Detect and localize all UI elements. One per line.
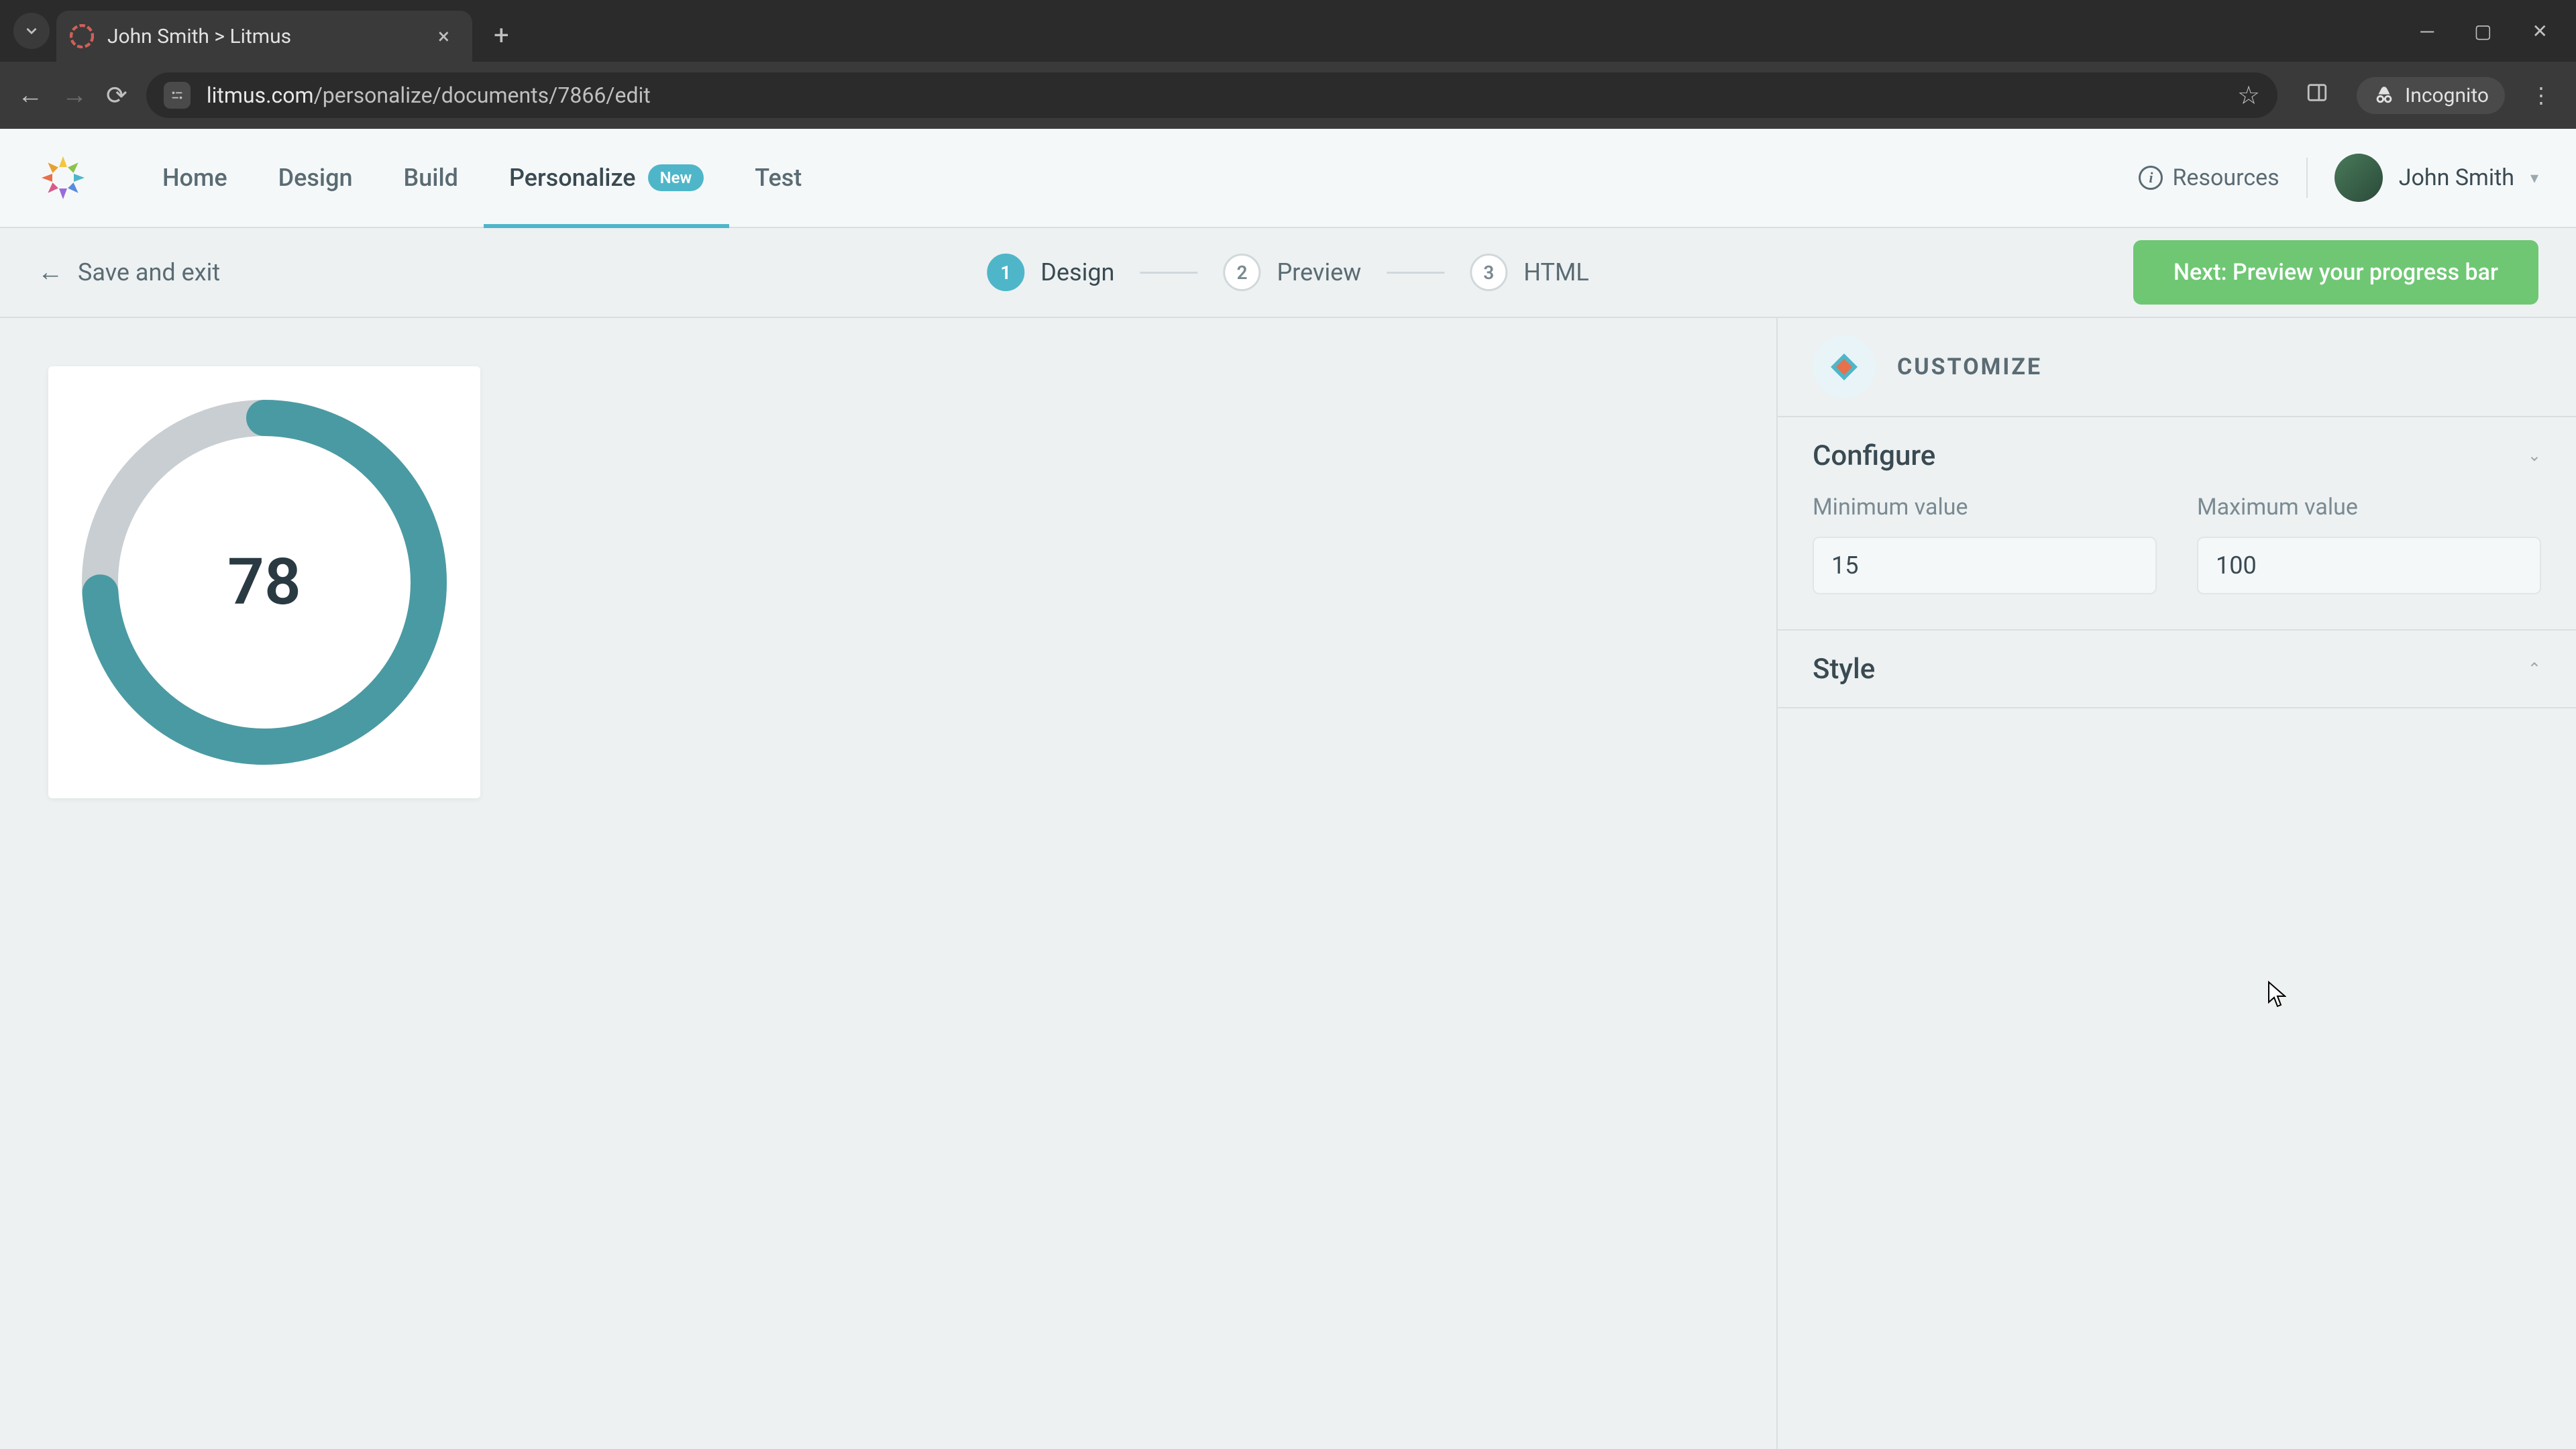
- style-toggle[interactable]: Style ⌃: [1778, 631, 2576, 707]
- arrow-left-icon: ←: [38, 258, 63, 287]
- new-badge: New: [648, 164, 704, 191]
- next-button[interactable]: Next: Preview your progress bar: [2133, 240, 2538, 305]
- close-window-button[interactable]: ✕: [2532, 20, 2548, 42]
- max-value-label: Maximum value: [2197, 494, 2541, 521]
- incognito-indicator[interactable]: Incognito: [2357, 77, 2505, 114]
- resources-link[interactable]: i Resources: [2139, 164, 2279, 191]
- chevron-down-icon: ▾: [2530, 168, 2538, 187]
- chevron-down-icon: ⌄: [2528, 446, 2541, 465]
- divider: [2306, 158, 2308, 198]
- url-text: litmus.com/personalize/documents/7866/ed…: [207, 83, 2221, 108]
- sub-toolbar: ← Save and exit 1 Design 2 Preview 3 HTM…: [0, 228, 2576, 318]
- step-design[interactable]: 1 Design: [987, 254, 1114, 291]
- browser-tab[interactable]: John Smith > Litmus ×: [56, 11, 472, 62]
- bookmark-star-icon[interactable]: ☆: [2237, 80, 2260, 111]
- chevron-up-icon: ⌃: [2528, 659, 2541, 678]
- nav-home[interactable]: Home: [137, 129, 253, 227]
- configure-toggle[interactable]: Configure ⌄: [1778, 417, 2576, 494]
- litmus-favicon-icon: [70, 24, 94, 48]
- maximize-window-button[interactable]: ▢: [2474, 20, 2491, 42]
- step-html[interactable]: 3 HTML: [1470, 254, 1589, 291]
- address-bar: ← → ⟳ litmus.com/personalize/documents/7…: [0, 62, 2576, 129]
- top-nav: Home Design Build Personalize New Test i…: [0, 129, 2576, 228]
- configure-section: Configure ⌄ Minimum value Maximum value: [1778, 417, 2576, 631]
- step-preview[interactable]: 2 Preview: [1223, 254, 1361, 291]
- close-tab-button[interactable]: ×: [434, 23, 453, 49]
- panel-title: CUSTOMIZE: [1897, 354, 2042, 380]
- tab-title: John Smith > Litmus: [107, 25, 421, 48]
- forward-button[interactable]: →: [62, 80, 87, 110]
- max-value-input[interactable]: [2197, 537, 2541, 594]
- nav-personalize[interactable]: Personalize New: [484, 129, 729, 227]
- user-menu[interactable]: John Smith ▾: [2334, 154, 2538, 202]
- browser-menu-button[interactable]: ⋮: [2524, 83, 2559, 108]
- nav-build[interactable]: Build: [378, 129, 484, 227]
- save-and-exit-button[interactable]: ← Save and exit: [38, 258, 220, 287]
- progress-value: 78: [227, 545, 301, 620]
- incognito-label: Incognito: [2405, 84, 2489, 107]
- reload-button[interactable]: ⟳: [106, 80, 127, 111]
- minimize-window-button[interactable]: ─: [2420, 20, 2434, 42]
- stepper: 1 Design 2 Preview 3 HTML: [987, 254, 1589, 291]
- incognito-icon: [2373, 84, 2396, 107]
- nav-design[interactable]: Design: [253, 129, 378, 227]
- canvas-area: 78: [0, 318, 1776, 1449]
- customize-icon: [1813, 335, 1876, 398]
- progress-ring-preview[interactable]: 78: [48, 366, 480, 798]
- info-icon: i: [2139, 166, 2163, 190]
- side-panel: CUSTOMIZE Configure ⌄ Minimum value Maxi…: [1776, 318, 2576, 1449]
- user-name: John Smith: [2399, 164, 2514, 191]
- avatar: [2334, 154, 2383, 202]
- panel-header: CUSTOMIZE: [1778, 318, 2576, 417]
- style-section: Style ⌃: [1778, 631, 2576, 708]
- min-value-label: Minimum value: [1813, 494, 2157, 521]
- browser-tab-bar: John Smith > Litmus × + ─ ▢ ✕: [0, 0, 2576, 62]
- new-tab-button[interactable]: +: [479, 19, 524, 51]
- site-settings-icon[interactable]: [164, 82, 191, 109]
- min-value-input[interactable]: [1813, 537, 2157, 594]
- litmus-logo-icon[interactable]: [38, 152, 89, 203]
- nav-test[interactable]: Test: [729, 129, 827, 227]
- tab-search-button[interactable]: [13, 13, 50, 49]
- back-button[interactable]: ←: [17, 80, 43, 110]
- side-panel-icon[interactable]: [2296, 81, 2338, 110]
- url-input[interactable]: litmus.com/personalize/documents/7866/ed…: [146, 72, 2277, 118]
